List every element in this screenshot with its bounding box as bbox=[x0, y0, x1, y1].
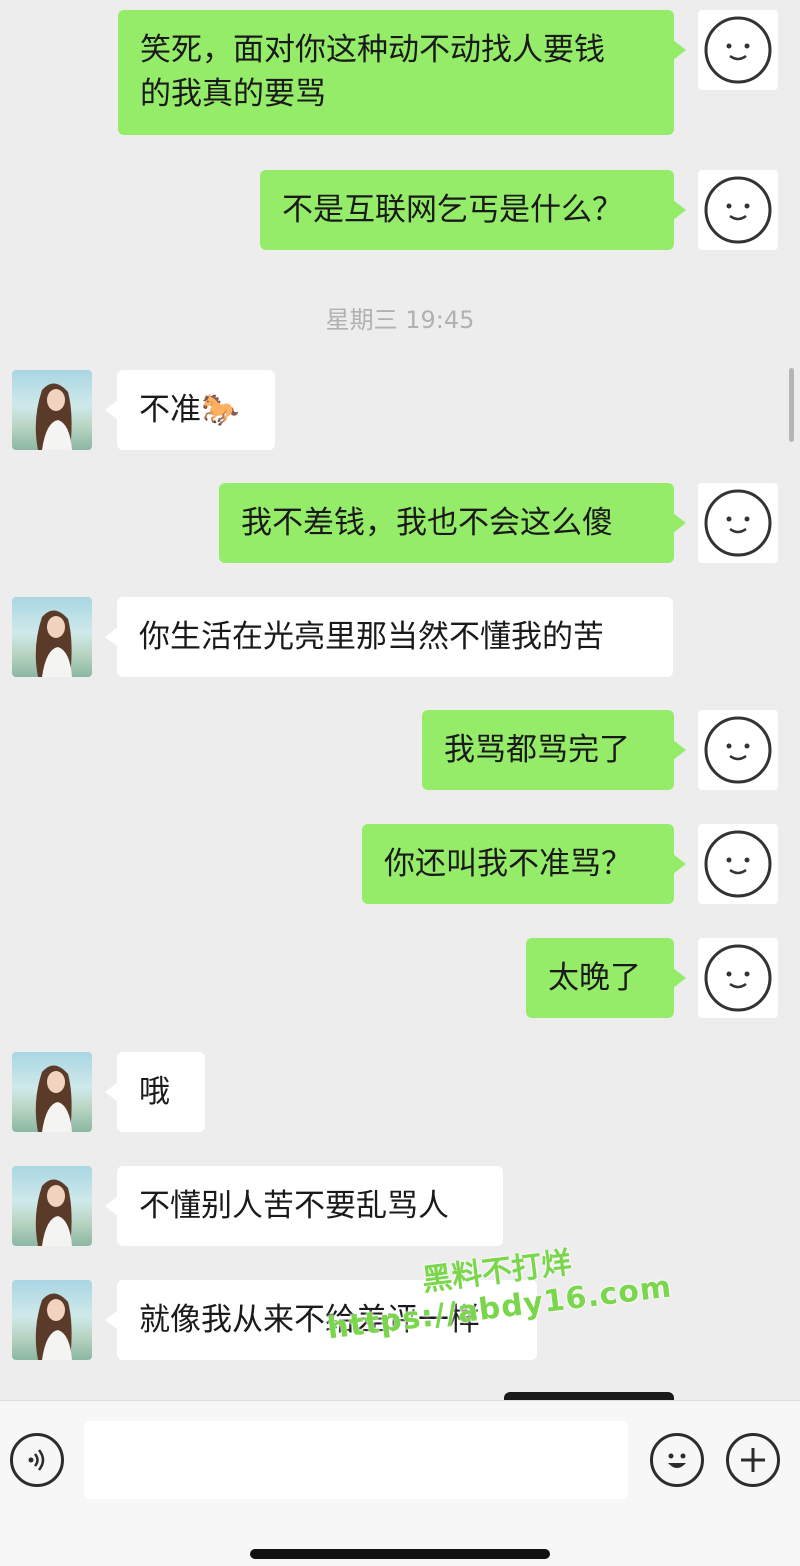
contact-avatar[interactable] bbox=[12, 370, 92, 450]
person-photo-icon bbox=[35, 1179, 72, 1246]
contact-message-bubble[interactable]: 不准🐎 bbox=[105, 370, 275, 450]
contact-avatar[interactable] bbox=[12, 597, 92, 677]
my-avatar[interactable] bbox=[698, 710, 778, 790]
smiley-face-icon bbox=[704, 176, 772, 244]
contact-avatar[interactable] bbox=[12, 1280, 92, 1360]
contact-avatar[interactable] bbox=[12, 1052, 92, 1132]
my-message-bubble[interactable]: 太晚了 bbox=[526, 938, 686, 1018]
message-input[interactable] bbox=[84, 1421, 628, 1499]
person-photo-icon bbox=[35, 383, 72, 450]
contact-message-bubble[interactable]: 哦 bbox=[105, 1052, 205, 1132]
contact-message-bubble[interactable]: 不懂别人苦不要乱骂人 bbox=[105, 1166, 503, 1246]
smiley-face-icon bbox=[704, 830, 772, 898]
emoji-icon[interactable] bbox=[650, 1433, 704, 1487]
timestamp: 星期三 19:45 bbox=[325, 306, 475, 334]
chat-area: 笑死，面对你这种动不动找人要钱 的我真的要骂 不是互联网乞丐是什么？ 星期三 1… bbox=[0, 0, 800, 1400]
my-message-bubble[interactable]: 笑死，面对你这种动不动找人要钱 的我真的要骂 bbox=[118, 10, 686, 135]
voice-icon[interactable] bbox=[10, 1433, 64, 1487]
partial-message-bubble bbox=[504, 1392, 674, 1400]
smiley-face-icon bbox=[704, 716, 772, 784]
my-avatar[interactable] bbox=[698, 824, 778, 904]
smiley-face-icon bbox=[704, 944, 772, 1012]
person-photo-icon bbox=[35, 1065, 72, 1132]
my-message-bubble[interactable]: 我不差钱，我也不会这么傻 bbox=[219, 483, 686, 563]
scrollbar[interactable] bbox=[789, 368, 794, 442]
my-avatar[interactable] bbox=[698, 170, 778, 250]
smiley-face-icon bbox=[704, 16, 772, 84]
my-message-bubble[interactable]: 我骂都骂完了 bbox=[422, 710, 686, 790]
contact-avatar[interactable] bbox=[12, 1166, 92, 1246]
my-avatar[interactable] bbox=[698, 10, 778, 90]
my-avatar[interactable] bbox=[698, 483, 778, 563]
person-photo-icon bbox=[35, 1293, 72, 1360]
input-bar bbox=[0, 1400, 800, 1566]
home-indicator[interactable] bbox=[250, 1549, 550, 1559]
my-message-bubble[interactable]: 不是互联网乞丐是什么？ bbox=[260, 170, 686, 250]
plus-icon[interactable] bbox=[726, 1433, 780, 1487]
person-photo-icon bbox=[35, 610, 72, 677]
my-message-bubble[interactable]: 你还叫我不准骂？ bbox=[362, 824, 686, 904]
smiley-face-icon bbox=[704, 489, 772, 557]
contact-message-bubble[interactable]: 你生活在光亮里那当然不懂我的苦 bbox=[105, 597, 673, 677]
my-avatar[interactable] bbox=[698, 938, 778, 1018]
